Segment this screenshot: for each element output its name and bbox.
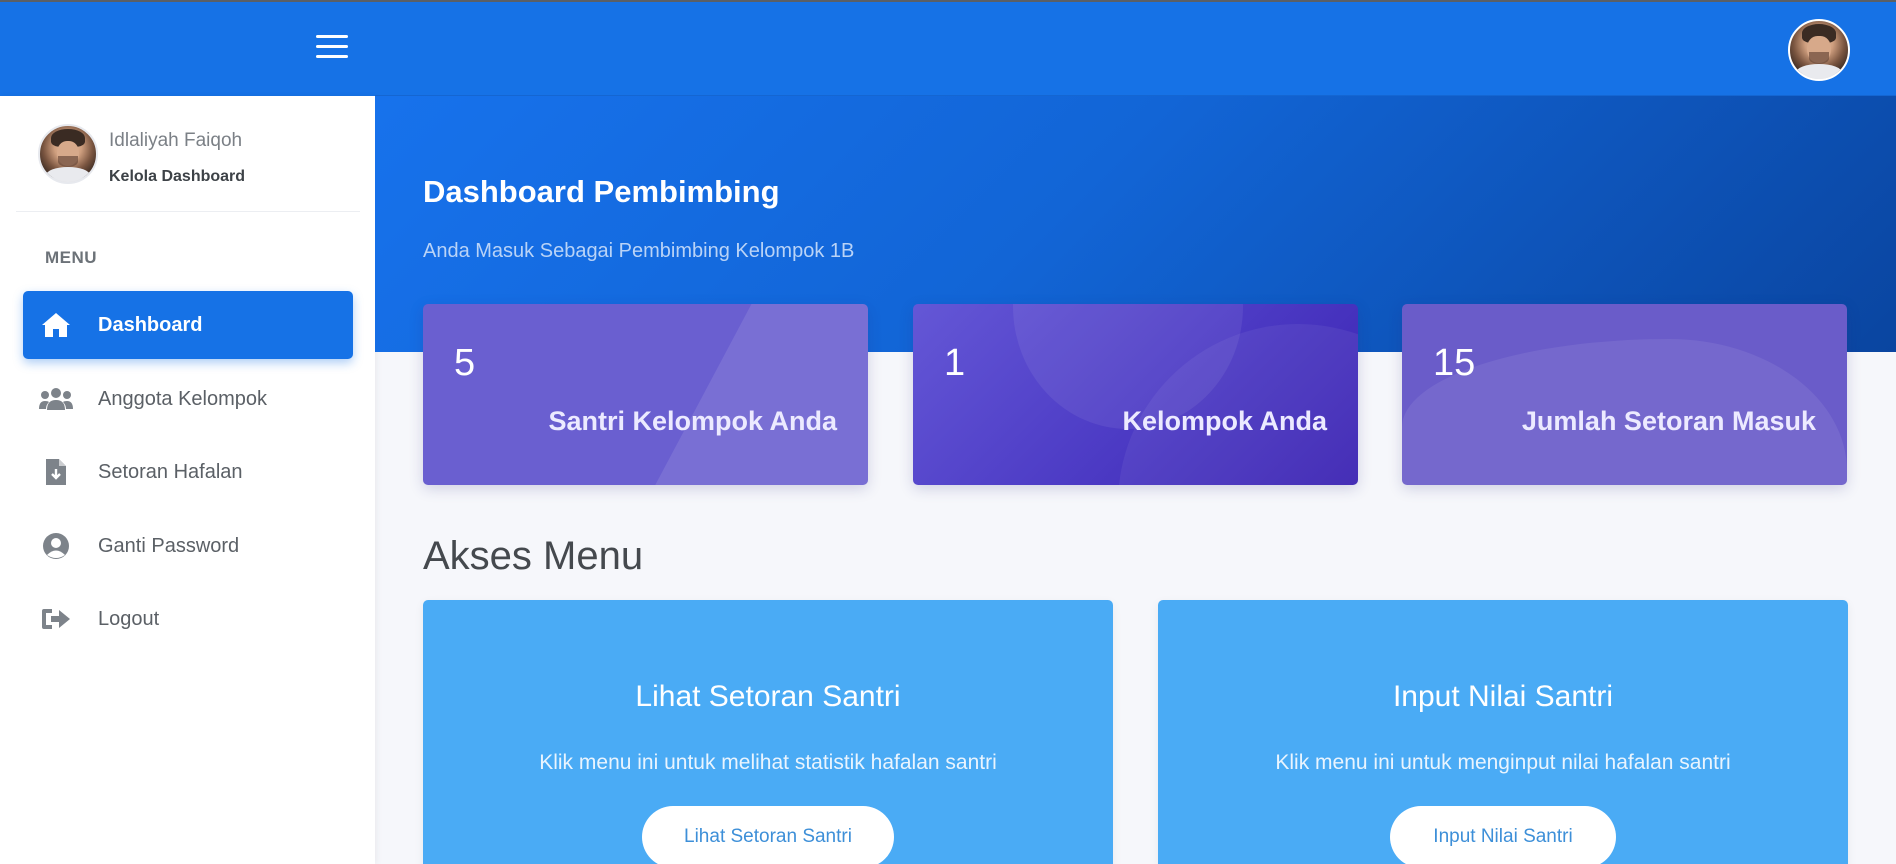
home-icon [39,310,73,340]
sidebar-item-dashboard[interactable]: Dashboard [23,291,353,359]
window-top-border [0,0,1896,2]
access-card-description: Klik menu ini untuk melihat statistik ha… [539,751,997,774]
input-nilai-button[interactable]: Input Nilai Santri [1390,806,1616,864]
access-card-description: Klik menu ini untuk menginput nilai hafa… [1275,751,1731,774]
stat-label: Jumlah Setoran Masuk [1521,406,1816,436]
section-title-akses-menu: Akses Menu [423,534,644,578]
top-navbar [375,0,1896,96]
file-download-icon [39,457,73,487]
sidebar-item-label: Setoran Hafalan [98,460,243,483]
access-card-title: Lihat Setoran Santri [635,680,901,713]
sidebar-item-setoran-hafalan[interactable]: Setoran Hafalan [23,438,353,506]
lihat-setoran-button[interactable]: Lihat Setoran Santri [642,806,894,864]
navbar-avatar[interactable] [1788,19,1850,81]
access-card-lihat-setoran: Lihat Setoran Santri Klik menu ini untuk… [423,600,1113,864]
stat-card-setoran: 15 Jumlah Setoran Masuk [1402,304,1847,485]
page-subtitle: Anda Masuk Sebagai Pembimbing Kelompok 1… [423,240,855,262]
sidebar: Idlaliyah Faiqoh Kelola Dashboard MENU D… [0,96,375,864]
page-title: Dashboard Pembimbing [423,174,780,209]
stat-label: Santri Kelompok Anda [548,406,837,436]
stat-card-santri: 5 Santri Kelompok Anda [423,304,868,485]
sidebar-item-label: Logout [98,607,160,630]
stat-value: 15 [1433,342,1476,384]
stat-card-kelompok: 1 Kelompok Anda [913,304,1358,485]
user-circle-icon [39,531,73,561]
sidebar-brand [0,0,375,96]
user-profile: Idlaliyah Faiqoh Kelola Dashboard [16,96,360,212]
sidebar-item-label: Anggota Kelompok [98,387,268,410]
user-name: Idlaliyah Faiqoh [109,130,243,151]
sidebar-item-label: Ganti Password [98,534,240,557]
hamburger-menu-icon[interactable] [316,34,348,60]
access-card-input-nilai: Input Nilai Santri Klik menu ini untuk m… [1158,600,1848,864]
sidebar-item-anggota-kelompok[interactable]: Anggota Kelompok [23,365,353,433]
sign-out-icon [39,604,73,634]
stat-value: 1 [944,342,966,384]
menu-heading: MENU [45,248,98,267]
avatar [38,124,98,184]
stat-label: Kelompok Anda [1122,406,1327,436]
sidebar-item-label: Dashboard [98,313,203,336]
sidebar-item-ganti-password[interactable]: Ganti Password [23,512,353,580]
user-role: Kelola Dashboard [109,168,246,185]
users-icon [39,384,73,414]
stat-value: 5 [454,342,476,384]
access-card-title: Input Nilai Santri [1392,680,1614,713]
sidebar-item-logout[interactable]: Logout [23,585,353,653]
